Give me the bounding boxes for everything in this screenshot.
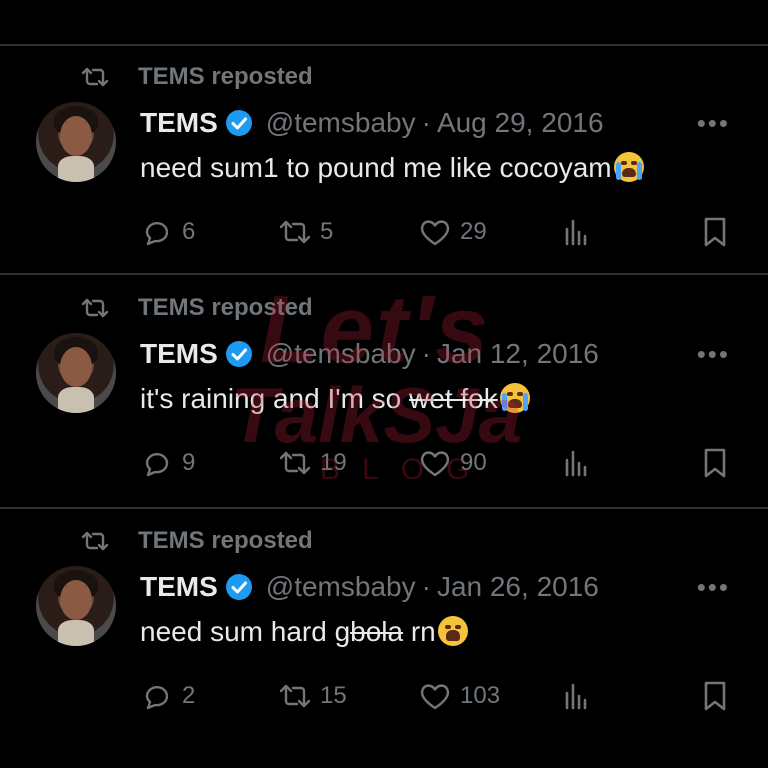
views-button[interactable] — [560, 678, 594, 714]
repost-label[interactable]: TEMS reposted — [138, 294, 313, 322]
repost-button[interactable]: 19 — [278, 445, 347, 481]
more-options-icon[interactable]: ••• — [697, 572, 730, 603]
post-text-main: need sum hard g — [140, 616, 351, 647]
like-count: 90 — [460, 449, 487, 476]
bar-chart-icon — [565, 450, 587, 477]
bar-chart-icon — [565, 683, 587, 710]
post-date[interactable]: Aug 29, 2016 — [437, 107, 604, 139]
repost-icon — [279, 220, 311, 244]
repost-count: 15 — [320, 682, 347, 709]
verified-badge-icon — [225, 574, 252, 600]
reply-icon — [145, 452, 169, 477]
separator: · — [421, 107, 431, 138]
verified-badge-icon — [225, 341, 252, 367]
like-count: 103 — [460, 682, 501, 709]
reply-button[interactable]: 9 — [140, 445, 195, 481]
repost-label[interactable]: TEMS reposted — [138, 527, 313, 555]
heart-icon — [420, 451, 450, 477]
action-bar: 6 5 29 — [140, 214, 740, 250]
handle[interactable]: @temsbaby — [266, 571, 416, 603]
repost-button[interactable]: 5 — [278, 214, 333, 250]
top-divider — [0, 44, 768, 46]
reply-count: 9 — [182, 449, 196, 476]
repost-icon — [279, 684, 311, 708]
bookmark-icon — [704, 681, 726, 711]
action-bar: 2 15 103 — [140, 678, 740, 714]
display-name[interactable]: TEMS — [140, 107, 218, 139]
post-header: TEMS @temsbaby · Aug 29, 2016 — [140, 106, 604, 140]
like-button[interactable]: 103 — [418, 678, 500, 714]
weary-face-icon — [437, 616, 468, 646]
repost-icon — [81, 298, 109, 318]
post-text-struck: wet fok — [409, 383, 498, 414]
post-text-after: rn — [403, 616, 436, 647]
post-1[interactable]: TEMS reposted TEMS @temsbaby · Aug 29, 2… — [0, 62, 768, 292]
more-options-icon[interactable]: ••• — [697, 108, 730, 139]
like-button[interactable]: 90 — [418, 445, 487, 481]
repost-indicator: TEMS reposted — [80, 62, 313, 92]
bookmark-button[interactable] — [698, 214, 732, 250]
repost-count: 5 — [320, 218, 334, 245]
repost-indicator: TEMS reposted — [80, 526, 313, 556]
action-bar: 9 19 90 — [140, 445, 740, 481]
repost-button[interactable]: 15 — [278, 678, 347, 714]
post-2[interactable]: TEMS reposted TEMS @temsbaby · Jan 12, 2… — [0, 293, 768, 523]
views-button[interactable] — [560, 214, 594, 250]
bookmark-icon — [704, 217, 726, 247]
repost-count: 19 — [320, 449, 347, 476]
reply-icon — [145, 221, 169, 246]
verified-badge-icon — [225, 110, 252, 136]
handle[interactable]: @temsbaby — [266, 338, 416, 370]
reply-count: 2 — [182, 682, 196, 709]
post-text-main: it's raining and I'm so — [140, 383, 410, 414]
like-button[interactable]: 29 — [418, 214, 487, 250]
heart-icon — [420, 220, 450, 246]
post-header: TEMS @temsbaby · Jan 12, 2016 — [140, 337, 599, 371]
reply-button[interactable]: 2 — [140, 678, 195, 714]
heart-icon — [420, 684, 450, 710]
loudly-crying-face-icon — [613, 152, 644, 182]
post-3[interactable]: TEMS reposted TEMS @temsbaby · Jan 26, 2… — [0, 526, 768, 756]
separator: · — [421, 571, 431, 602]
repost-label[interactable]: TEMS reposted — [138, 63, 313, 91]
post-text: it's raining and I'm so wet fok — [140, 383, 530, 415]
post-date[interactable]: Jan 12, 2016 — [437, 338, 599, 370]
reply-count: 6 — [182, 218, 196, 245]
repost-icon — [279, 451, 311, 475]
loudly-crying-face-icon — [499, 383, 530, 413]
display-name[interactable]: TEMS — [140, 571, 218, 603]
separator: · — [421, 338, 431, 369]
post-text-struck: bola — [350, 616, 404, 647]
post-header: TEMS @temsbaby · Jan 26, 2016 — [140, 570, 599, 604]
post-text-main: need sum1 to pound me like cocoyam — [140, 152, 612, 183]
avatar[interactable] — [36, 333, 116, 413]
like-count: 29 — [460, 218, 487, 245]
bookmark-button[interactable] — [698, 678, 732, 714]
avatar[interactable] — [36, 566, 116, 646]
repost-icon — [81, 67, 109, 87]
repost-indicator: TEMS reposted — [80, 293, 313, 323]
more-options-icon[interactable]: ••• — [697, 339, 730, 370]
display-name[interactable]: TEMS — [140, 338, 218, 370]
handle[interactable]: @temsbaby — [266, 107, 416, 139]
bookmark-button[interactable] — [698, 445, 732, 481]
avatar[interactable] — [36, 102, 116, 182]
reply-icon — [145, 685, 169, 710]
repost-icon — [81, 531, 109, 551]
post-text: need sum hard gbola rn — [140, 616, 468, 648]
post-text: need sum1 to pound me like cocoyam — [140, 152, 644, 184]
bookmark-icon — [704, 448, 726, 478]
reply-button[interactable]: 6 — [140, 214, 195, 250]
post-date[interactable]: Jan 26, 2016 — [437, 571, 599, 603]
views-button[interactable] — [560, 445, 594, 481]
bar-chart-icon — [565, 219, 587, 246]
